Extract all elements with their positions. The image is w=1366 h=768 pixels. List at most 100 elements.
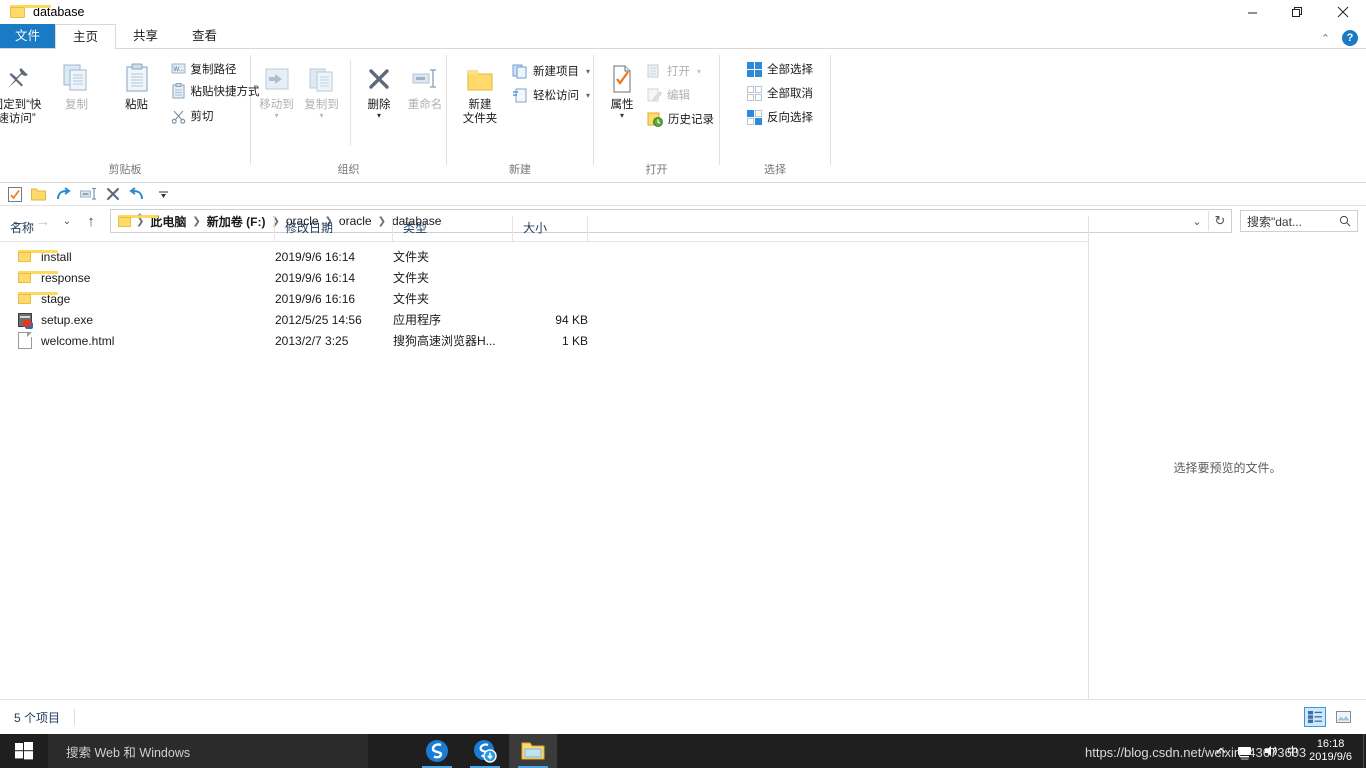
copy-button[interactable]: 复制 [47, 56, 107, 112]
group-label-select: 选择 [764, 164, 786, 176]
properties-label: 属性 [610, 99, 634, 111]
html-icon [18, 332, 32, 349]
redo-icon[interactable] [55, 187, 71, 201]
copy-to-caret-icon[interactable]: ▾ [319, 112, 323, 120]
tab-home[interactable]: 主页 [55, 24, 117, 49]
large-icons-view-button[interactable] [1332, 707, 1354, 727]
column-header-size[interactable]: 大小 [513, 216, 588, 241]
rename-label: 重命名 [407, 99, 443, 111]
ribbon-group-clipboard: 固定到“快 速访问” 复制 粘贴 [0, 49, 260, 182]
close-button[interactable] [1320, 0, 1366, 24]
undo-icon[interactable] [129, 187, 145, 201]
column-header-type[interactable]: 类型 [393, 216, 513, 241]
file-name-cell[interactable]: welcome.html [0, 332, 275, 349]
sogou-browser-button[interactable] [413, 734, 461, 768]
easy-access-button[interactable]: 轻松访问 ▾ [508, 84, 594, 106]
table-row[interactable]: response 2019/9/6 16:14 文件夹 [0, 267, 1088, 288]
move-to-button[interactable]: 移动到 ▾ [254, 56, 299, 120]
file-date: 2019/9/6 16:14 [275, 270, 356, 285]
view-toggle-group [1304, 707, 1366, 727]
taskbar-clock[interactable]: 16:18 2019/9/6 [1309, 738, 1358, 764]
clock-date: 2019/9/6 [1309, 751, 1352, 763]
sogou-download-icon [474, 740, 497, 763]
large-icons-view-icon [1335, 711, 1351, 723]
file-explorer-button[interactable] [509, 734, 557, 768]
column-header-date[interactable]: 修改日期 [275, 216, 393, 241]
paste-button[interactable]: 粘贴 [107, 56, 167, 112]
copy-path-label: 复制路径 [190, 64, 237, 76]
select-all-icon [747, 61, 762, 77]
sogou-download-button[interactable] [461, 734, 509, 768]
show-desktop-button[interactable] [1363, 734, 1364, 768]
collapse-ribbon-chevron-icon[interactable]: ⌃ [1321, 32, 1330, 45]
history-button[interactable]: 历史记录 [643, 108, 718, 130]
sogou-browser-icon [426, 740, 448, 762]
easy-access-label: 轻松访问 [533, 90, 579, 102]
item-count: 5 个项目 [14, 710, 61, 725]
properties-caret-icon[interactable]: ▾ [620, 112, 624, 120]
table-row[interactable]: welcome.html 2013/2/7 3:25 搜狗高速浏览器H... 1… [0, 330, 1088, 351]
easy-access-caret-icon[interactable]: ▾ [586, 91, 590, 100]
copy-to-button[interactable]: 复制到 ▾ [299, 56, 344, 120]
properties-button[interactable]: 属性 ▾ [601, 56, 643, 120]
rename-button[interactable]: 重命名 [401, 56, 449, 112]
file-name-cell[interactable]: install [0, 250, 275, 264]
table-row[interactable]: stage 2019/9/6 16:16 文件夹 [0, 288, 1088, 309]
delete-icon[interactable] [106, 187, 120, 201]
select-none-button[interactable]: 全部取消 [743, 82, 817, 104]
table-row[interactable]: setup.exe 2012/5/25 14:56 应用程序 94 KB [0, 309, 1088, 330]
open-button[interactable]: 打开 ▾ [643, 60, 718, 82]
file-name-cell[interactable]: setup.exe [0, 312, 275, 327]
easy-access-icon [513, 88, 527, 102]
pin-label-line2: 速访问” [0, 113, 36, 125]
paste-label: 粘贴 [125, 99, 148, 111]
tab-share[interactable]: 共享 [116, 24, 175, 48]
new-folder-icon[interactable] [31, 187, 46, 201]
folder-icon [10, 5, 51, 19]
group-label-new: 新建 [509, 164, 531, 176]
scissors-icon [171, 110, 185, 124]
edit-pencil-icon [647, 88, 662, 102]
file-rows: install 2019/9/6 16:14 文件夹 response 2019… [0, 242, 1088, 351]
delete-x-icon [364, 60, 394, 94]
move-to-caret-icon[interactable]: ▾ [274, 112, 278, 120]
table-row[interactable]: install 2019/9/6 16:14 文件夹 [0, 246, 1088, 267]
taskbar-apps [413, 734, 557, 768]
paste-icon [123, 60, 151, 94]
tab-view[interactable]: 查看 [175, 24, 234, 48]
edit-button[interactable]: 编辑 [643, 84, 718, 106]
new-item-caret-icon[interactable]: ▾ [586, 67, 590, 76]
pin-to-quick-access-button[interactable]: 固定到“快 速访问” [0, 56, 47, 126]
file-name-cell[interactable]: stage [0, 292, 275, 306]
ribbon: 固定到“快 速访问” 复制 粘贴 [0, 49, 1366, 183]
exe-icon [18, 312, 32, 327]
select-small-buttons: 全部选择 全部取消 反向选择 [743, 56, 817, 128]
file-type: 应用程序 [393, 313, 442, 327]
file-name-cell[interactable]: response [0, 271, 275, 285]
tab-file[interactable]: 文件 [0, 24, 56, 48]
open-caret-icon[interactable]: ▾ [697, 67, 701, 76]
new-folder-button[interactable]: 新建 文件夹 [452, 56, 508, 126]
content-area: ⌃ 名称 修改日期 类型 大小 install 2019/9/6 16:14 文… [0, 212, 1366, 700]
minimize-button[interactable] [1230, 0, 1275, 24]
file-name: welcome.html [41, 333, 115, 348]
delete-button[interactable]: 删除 ▾ [357, 56, 401, 120]
restore-button[interactable] [1275, 0, 1320, 24]
folder-icon [18, 292, 58, 305]
select-all-button[interactable]: 全部选择 [743, 58, 817, 80]
pin-to-quick-access-label: 固定到“快 速访问” [0, 98, 41, 126]
start-button[interactable] [0, 734, 48, 768]
rename-icon[interactable] [80, 187, 97, 201]
paste-shortcut-icon [172, 83, 184, 99]
customize-chevron-icon[interactable] [158, 189, 169, 200]
file-list-pane[interactable]: ⌃ 名称 修改日期 类型 大小 install 2019/9/6 16:14 文… [0, 212, 1089, 700]
details-view-icon [1308, 711, 1322, 723]
invert-selection-button[interactable]: 反向选择 [743, 106, 817, 128]
details-view-button[interactable] [1304, 707, 1326, 727]
help-icon[interactable]: ? [1342, 30, 1358, 46]
delete-caret-icon[interactable]: ▾ [377, 112, 381, 120]
taskbar-search-box[interactable]: 搜索 Web 和 Windows [48, 734, 368, 768]
preview-placeholder-text: 选择要预览的文件。 [1173, 461, 1282, 475]
new-item-button[interactable]: 新建项目 ▾ [508, 60, 594, 82]
properties-icon[interactable] [8, 186, 22, 202]
